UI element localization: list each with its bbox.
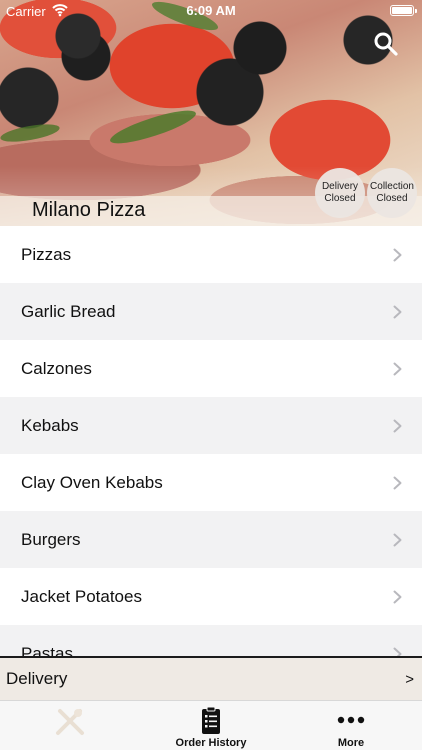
menu-category-clay-oven-kebabs[interactable]: Clay Oven Kebabs bbox=[0, 454, 422, 511]
chevron-right-icon bbox=[393, 248, 402, 261]
delivery-mode-bar[interactable]: Delivery > bbox=[0, 656, 422, 700]
menu-category-label: Clay Oven Kebabs bbox=[21, 472, 163, 492]
restaurant-name: Milano Pizza bbox=[32, 199, 146, 221]
tab-home[interactable] bbox=[30, 701, 110, 750]
order-history-icon bbox=[202, 706, 220, 734]
chevron-right-icon bbox=[393, 362, 402, 375]
collection-badge-title: Collection bbox=[370, 181, 414, 192]
menu-category-label: Kebabs bbox=[21, 415, 79, 435]
menu-category-label: Jacket Potatoes bbox=[21, 586, 142, 606]
collection-status-badge: Collection Closed bbox=[367, 168, 417, 218]
menu-category-pizzas[interactable]: Pizzas bbox=[0, 226, 422, 283]
search-icon[interactable] bbox=[372, 30, 400, 58]
menu-category-label: Calzones bbox=[21, 358, 92, 378]
delivery-mode-arrow: > bbox=[405, 670, 414, 688]
menu-category-label: Pastas bbox=[21, 643, 73, 657]
delivery-badge-title: Delivery bbox=[321, 181, 359, 192]
chevron-right-icon bbox=[393, 419, 402, 432]
menu-category-garlic-bread[interactable]: Garlic Bread bbox=[0, 283, 422, 340]
chevron-right-icon bbox=[393, 647, 402, 656]
menu-category-kebabs[interactable]: Kebabs bbox=[0, 397, 422, 454]
menu-category-list: Pizzas Garlic Bread Calzones Kebabs Clay… bbox=[0, 226, 422, 656]
tab-order-history-label: Order History bbox=[175, 737, 247, 749]
delivery-mode-label: Delivery bbox=[6, 669, 68, 688]
menu-category-pastas[interactable]: Pastas bbox=[0, 625, 422, 656]
tab-more-label: More bbox=[337, 737, 365, 749]
battery-icon bbox=[390, 5, 417, 16]
menu-category-burgers[interactable]: Burgers bbox=[0, 511, 422, 568]
tab-order-history[interactable]: Order History bbox=[170, 701, 252, 750]
menu-category-label: Burgers bbox=[21, 529, 81, 549]
menu-category-jacket-potatoes[interactable]: Jacket Potatoes bbox=[0, 568, 422, 625]
chevron-right-icon bbox=[393, 590, 402, 603]
status-bar: Carrier 6:09 AM bbox=[0, 0, 422, 22]
tab-bar: Order History More bbox=[0, 700, 422, 750]
chevron-right-icon bbox=[393, 476, 402, 489]
menu-category-label: Pizzas bbox=[21, 244, 72, 264]
collection-badge-state: Closed bbox=[376, 193, 408, 204]
delivery-status-badge: Delivery Closed bbox=[315, 168, 365, 218]
status-time: 6:09 AM bbox=[186, 3, 236, 18]
menu-category-calzones[interactable]: Calzones bbox=[0, 340, 422, 397]
more-icon bbox=[337, 716, 365, 724]
home-icon bbox=[56, 709, 84, 735]
chevron-right-icon bbox=[393, 305, 402, 318]
delivery-badge-state: Closed bbox=[324, 193, 356, 204]
chevron-right-icon bbox=[393, 533, 402, 546]
menu-category-label: Garlic Bread bbox=[21, 301, 116, 321]
tab-more[interactable]: More bbox=[312, 701, 390, 750]
